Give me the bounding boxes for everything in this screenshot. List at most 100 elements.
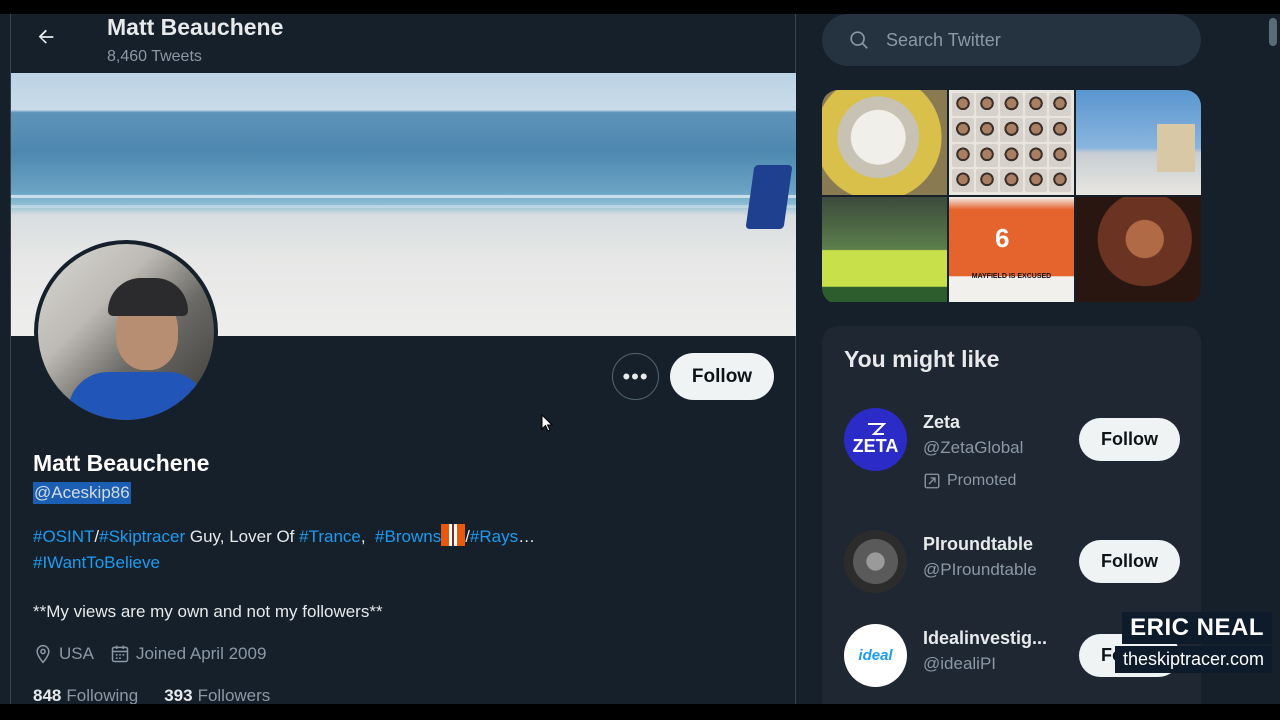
idealinvestigator-avatar: ideal [844,624,907,687]
video-watermark: ERIC NEAL theskiptracer.com [1114,612,1272,673]
mugshot [1000,143,1023,167]
mugshot [952,168,975,192]
mayfield-caption: MAYFIELD IS EXCUSED [971,273,1052,280]
followers-count: 393 [164,686,193,704]
hashtag-osint[interactable]: #OSINT [33,527,94,546]
avatar-cap [108,278,188,316]
profile-media-grid: 6 MAYFIELD IS EXCUSED [822,90,1201,304]
profile-bio-disclaimer: **My views are my own and not my followe… [33,602,383,621]
banner-wave [11,205,796,208]
media-tile-baseball[interactable] [822,197,947,302]
suggestion-item[interactable]: PIroundtable @PIroundtable Follow [844,530,1184,610]
calendar-icon [111,645,129,663]
suggestion-name: PIroundtable [923,534,1034,554]
mugshot [1048,118,1071,142]
suggestion-handle: @idealiPI [923,654,997,673]
profile-header-bar: Matt Beauchene 8,460 Tweets [11,14,797,73]
suggestion-name: Idealinvestig... [923,628,1048,648]
avatar-shirt [68,372,208,420]
banner-wave [11,195,796,198]
profile-joined: Joined April 2009 [110,644,266,664]
profile-location: USA [33,644,94,664]
joined-text: Joined April 2009 [135,644,267,663]
bio-text: Guy, Lover Of [185,527,300,546]
mugshot [1000,118,1023,142]
location-text: USA [59,644,94,663]
mugshot [976,168,999,192]
zeta-avatar: ZETA [844,408,907,471]
suggestion-item[interactable]: ZETA Zeta @ZetaGlobal Promoted Follow [844,408,1184,490]
back-arrow-icon[interactable] [35,26,57,48]
profile-handle: @Aceskip86 [33,482,131,504]
mugshot [976,143,999,167]
mugshot [1024,143,1047,167]
mugshot [976,93,999,117]
profile-stats: 848 Following 393 Followers [33,686,296,704]
mugshot [1024,93,1047,117]
search-input[interactable] [886,29,1166,51]
hashtag-skiptracer[interactable]: #Skiptracer [99,527,185,546]
profile-bio: #OSINT/#Skiptracer Guy, Lover Of #Trance… [33,524,773,576]
promoted-text: Promoted [947,472,1017,489]
banner-beach-chair [745,165,793,229]
mouse-cursor-icon [541,414,553,432]
following-label: Following [66,686,139,704]
video-top-letterbox [0,0,1280,14]
media-tile-dog[interactable] [822,90,947,195]
follow-piroundtable-button[interactable]: Follow [1079,540,1180,583]
browns-flag-icon [441,524,466,546]
promoted-label: Promoted [923,472,1016,490]
piroundtable-avatar [844,530,907,593]
mugshot [1024,168,1047,192]
more-options-button[interactable]: ••• [612,353,659,400]
watermark-url: theskiptracer.com [1114,646,1272,673]
mugshot [952,93,975,117]
location-pin-icon [36,644,50,664]
mugshot [1000,168,1023,192]
you-might-like-title: You might like [844,346,1000,372]
page-scrollbar[interactable] [1266,14,1280,704]
header-tweet-count: 8,460 Tweets [107,48,202,65]
video-bottom-letterbox [0,704,1280,720]
profile-meta: USA Joined April 2009 [33,644,282,664]
twitter-page: Matt Beauchene 8,460 Tweets ••• Follow M… [0,14,1280,704]
suggestion-handle: @ZetaGlobal [923,438,1024,457]
ideal-avatar-text: ideal [858,647,893,664]
profile-name: Matt Beauchene [33,450,210,476]
following-link[interactable]: 848 Following [33,686,138,704]
watermark-name: ERIC NEAL [1122,612,1272,644]
hashtag-trance[interactable]: #Trance [299,527,361,546]
avatar-photo [38,244,214,420]
suggestion-handle: @PIroundtable [923,560,1037,579]
zeta-logo-icon [867,423,886,435]
mugshot [1024,118,1047,142]
profile-column: Matt Beauchene 8,460 Tweets ••• Follow M… [10,14,796,704]
mugshot [1048,168,1071,192]
follow-button[interactable]: Follow [670,353,774,400]
followers-label: Followers [197,686,271,704]
media-tile-portrait[interactable] [1076,197,1201,302]
hashtag-browns[interactable]: #Browns [375,527,441,546]
following-count: 848 [33,686,62,704]
scrollbar-thumb[interactable] [1269,18,1277,46]
bio-text: , [360,527,376,546]
follow-zeta-button[interactable]: Follow [1079,418,1180,461]
hashtag-iwanttobelieve[interactable]: #IWantToBelieve [33,553,160,572]
hashtag-rays[interactable]: #Rays [470,527,518,546]
mugshot [1048,143,1071,167]
suggestion-name: Zeta [923,412,961,432]
mugshot [952,143,975,167]
mugshot [976,118,999,142]
jersey-number: 6 [995,223,1010,253]
followers-link[interactable]: 393 Followers [164,686,270,704]
zeta-avatar-text: ZETA [852,436,899,456]
profile-avatar[interactable] [34,240,218,424]
mugshot [1048,93,1071,117]
promoted-icon [924,473,940,489]
bio-ellipsis: … [518,527,536,546]
search-box[interactable] [822,14,1201,66]
header-profile-name: Matt Beauchene [107,14,284,40]
media-tile-mugshots[interactable] [949,90,1074,195]
media-tile-beach[interactable] [1076,90,1201,195]
media-tile-mayfield[interactable]: 6 MAYFIELD IS EXCUSED [949,197,1074,302]
